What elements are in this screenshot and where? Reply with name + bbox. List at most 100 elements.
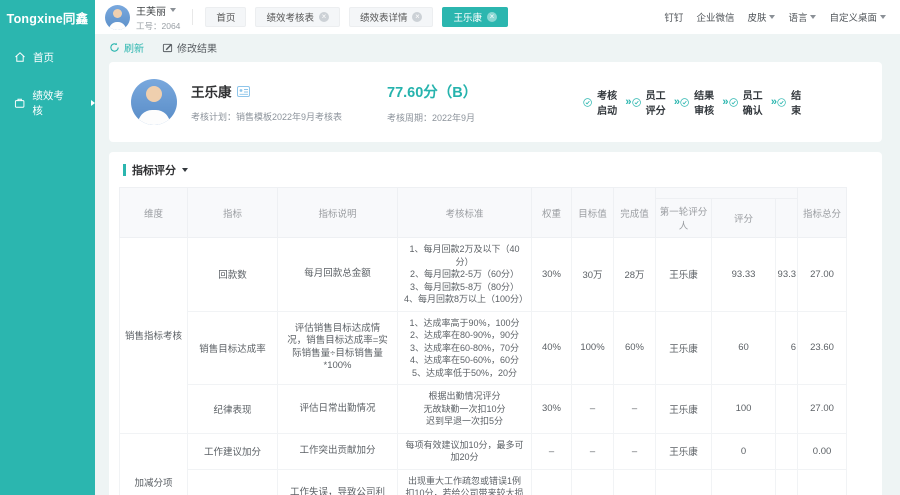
chevron-down-icon[interactable] [170,8,176,12]
table-row-huikuanshu: 销售指标考核 回款数 每月回款总金额 1、每月回款2万及以下（40分） 2、每月… [120,238,847,312]
description-cell: 评估日常出勤情况 [278,385,398,434]
indicator-total-cell: 23.60 [798,311,847,385]
check-circle-icon [583,96,592,109]
completion-cell: – [614,469,656,495]
check-circle-icon [632,96,641,109]
sidebar-item-home[interactable]: 首页 [0,34,95,80]
score-cell: 93.33 [712,238,776,312]
top-bar: Tongxine同鑫 王芙丽 工号：2064 首页 绩效考核表 × 绩效表详情 … [0,0,900,34]
clipped-score-cell [776,385,798,434]
target-cell: 30万 [572,238,614,312]
col-criteria: 考核标准 [398,188,532,238]
scorer-cell: 王乐康 [656,385,712,434]
target-cell: – [572,469,614,495]
edit-icon [162,42,173,53]
tab-label: 绩效表详情 [360,10,408,24]
scorer-cell: 王乐康 [656,311,712,385]
chevron-down-icon [880,15,886,19]
table-header-row: 维度 指标 指标说明 考核标准 权重 目标值 完成值 指标总分 [120,188,847,199]
weight-cell: – [532,469,572,495]
indicator-total-cell: 27.00 [798,238,847,312]
col-indicator: 指标 [188,188,278,238]
wecom-link[interactable]: 企业微信 [696,10,734,24]
weight-cell: 40% [532,311,572,385]
section-title: 指标评分 [132,162,176,178]
sidebar-item-performance[interactable]: 绩效考核 [0,80,95,126]
refresh-button[interactable]: 刷新 [109,40,144,55]
col-weight: 权重 [532,188,572,238]
link-label: 自定义桌面 [829,10,877,24]
step-label: 员工评分 [646,87,674,117]
completion-cell: – [614,385,656,434]
clipped-score-cell [776,469,798,495]
refresh-icon [109,42,120,53]
skin-dropdown[interactable]: 皮肤 [747,10,775,24]
section-header[interactable]: 指标评分 [123,162,872,178]
collapse-caret-icon[interactable] [182,168,188,172]
completion-cell: – [614,433,656,469]
weight-cell: 30% [532,385,572,434]
check-circle-icon [729,96,738,109]
score-cell: 0 [712,433,776,469]
clipped-score-cell [776,433,798,469]
close-icon[interactable]: × [412,12,422,22]
indicator-score-table: 维度 指标 指标说明 考核标准 权重 目标值 完成值 指标总分 第一轮评分人 评… [119,187,847,495]
close-icon[interactable]: × [319,12,329,22]
table-row-shiwu-koufen: 重大失误扣分 工作失误，导致公司利益损失扣分 出现重大工作疏忽或错误1例扣10分… [120,469,847,495]
total-score-badge: 77.60分（B） [387,81,575,102]
id-card-icon[interactable] [237,86,250,97]
tab-wanglekang-active[interactable]: 王乐康 × [442,7,508,27]
indicator-cell: 回款数 [188,238,278,312]
custom-desktop-dropdown[interactable]: 自定义桌面 [829,10,886,24]
close-icon[interactable]: × [487,12,497,22]
brand-logo: Tongxine同鑫 [0,0,95,34]
description-cell: 工作失误，导致公司利益损失扣分 [278,469,398,495]
check-circle-icon [777,96,786,109]
user-avatar[interactable] [105,5,130,30]
step-label: 结束 [791,87,805,117]
weight-cell: 30% [532,238,572,312]
col-indicator-total: 指标总分 [798,188,847,238]
description-cell: 评估销售目标达成情况，销售目标达成率=实际销售量÷目标销售量*100% [278,311,398,385]
col-first-round-scorer: 第一轮评分人 [656,199,712,238]
indicator-cell: 销售目标达成率 [188,311,278,385]
dingtalk-link[interactable]: 钉钉 [664,10,683,24]
tab-label: 王乐康 [453,10,482,24]
completion-cell: 60% [614,311,656,385]
indicator-cell: 工作建议加分 [188,433,278,469]
weight-cell: – [532,433,572,469]
step-employee-confirm: 员工确认 [729,87,771,117]
indicator-cell: 纪律表现 [188,385,278,434]
tab-label: 首页 [216,10,235,24]
criteria-cell: 1、每月回款2万及以下（40分） 2、每月回款2-5万（60分） 3、每月回款5… [398,238,532,312]
dimension-cell: 销售指标考核 [120,238,188,434]
score-cell: 0 [712,469,776,495]
profile-card: 王乐康 考核计划：销售模板2022年9月考核表 77.60分（B） 考核周期：2… [109,62,882,142]
score-cell: 60 [712,311,776,385]
tab-table-detail[interactable]: 绩效表详情 × [349,7,434,27]
user-menu[interactable]: 王芙丽 工号：2064 [105,3,180,32]
tab-appraisal-table[interactable]: 绩效考核表 × [255,7,340,27]
briefcase-icon [14,97,25,109]
sidebar-item-label: 绩效考核 [32,88,72,118]
tab-home[interactable]: 首页 [205,7,246,27]
modify-result-button[interactable]: 修改结果 [162,40,217,55]
language-dropdown[interactable]: 语言 [788,10,816,24]
col-clipped [776,199,798,238]
col-score: 评分 [712,199,776,238]
col-round-group [656,188,798,199]
description-cell: 每月回款总金额 [278,238,398,312]
user-employee-id: 工号：2064 [136,20,180,32]
step-start: 考核启动 [583,87,625,117]
indicator-total-cell: 0.00 [798,433,847,469]
tab-bar: 首页 绩效考核表 × 绩效表详情 × 王乐康 × [205,7,508,27]
step-label: 员工确认 [743,87,771,117]
criteria-cell: 根据出勤情况评分 无故缺勤一次扣10分 迟到早退一次扣5分 [398,385,532,434]
table-row-jianyi-jiafen: 加减分项 工作建议加分 工作突出贡献加分 每项有效建议加10分，最多可加20分 … [120,433,847,469]
scorer-cell: 王乐康 [656,469,712,495]
step-finished: 结束 [777,87,805,117]
employee-avatar [131,79,177,125]
chevron-down-icon [810,15,816,19]
sidebar: 首页 绩效考核 [0,34,95,495]
indicator-cell: 重大失误扣分 [188,469,278,495]
